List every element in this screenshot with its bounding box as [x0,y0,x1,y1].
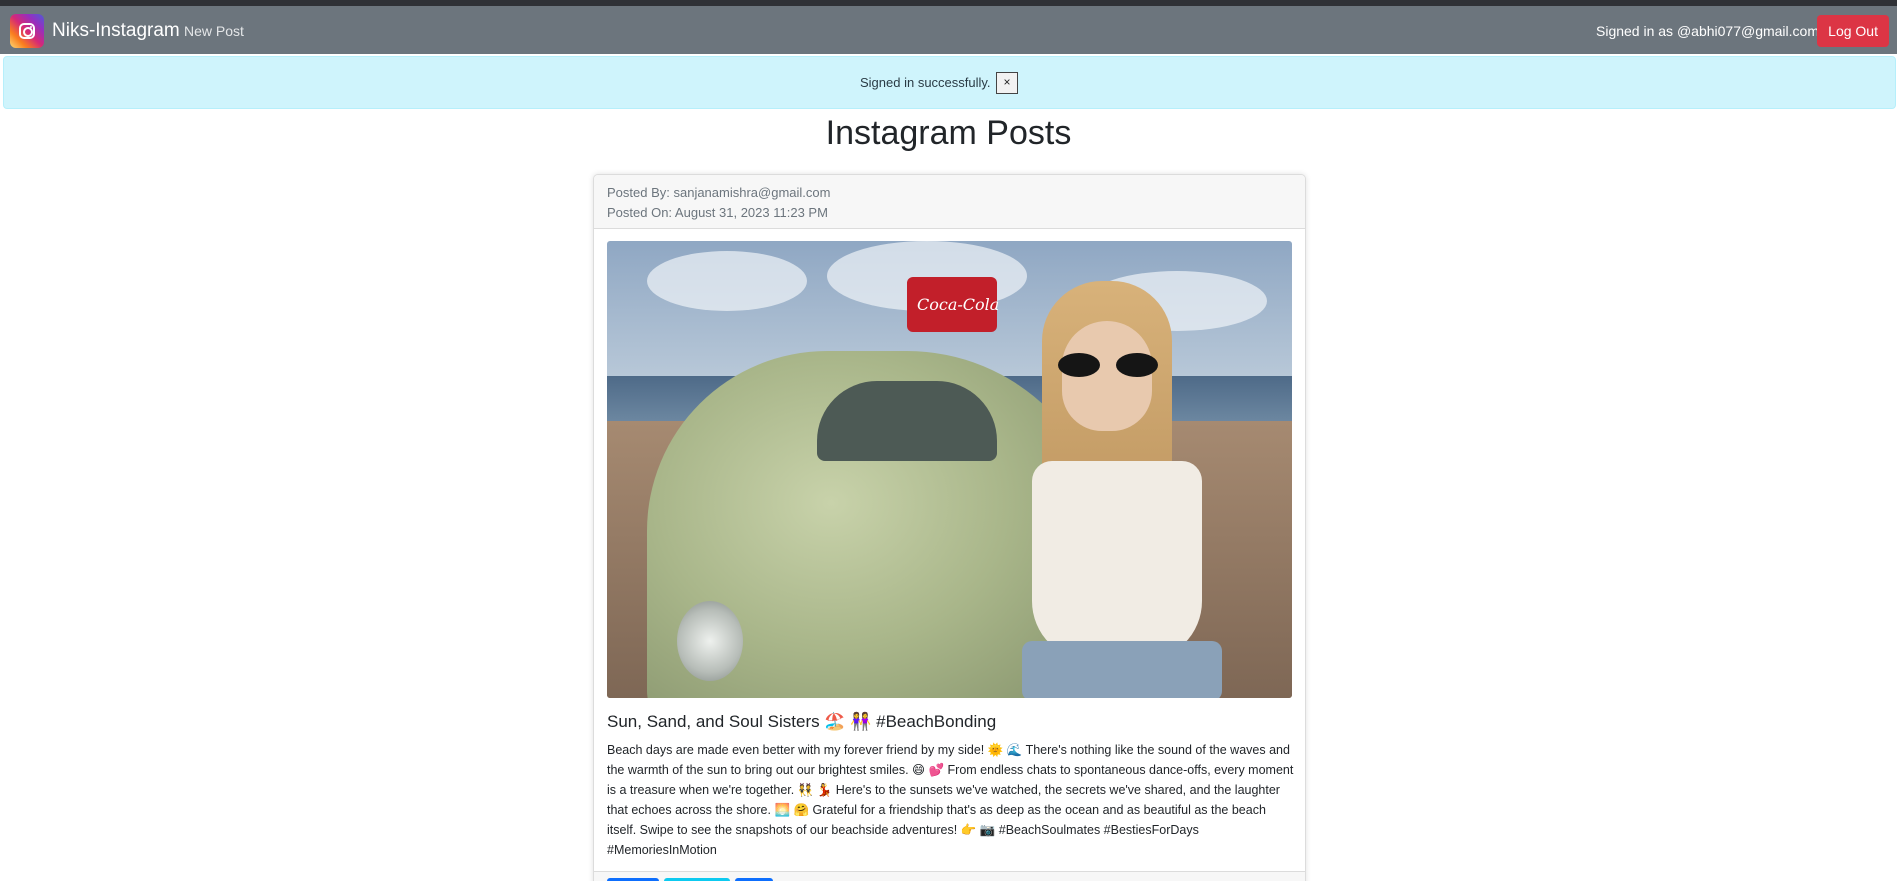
page-title: Instagram Posts [825,114,1072,152]
post-title: Sun, Sand, and Soul Sisters 🏖️ 👭 #BeachB… [607,712,997,731]
headlight-shape [677,601,743,681]
post-footer [594,871,1305,881]
post-header: Posted By: sanjanamishra@gmail.com Poste… [594,175,1305,229]
cooler-logo-text: Coca-Cola [917,295,1000,314]
posted-by: Posted By: sanjanamishra@gmail.com [607,185,831,200]
post-caption: Beach days are made even better with my … [607,743,1294,857]
alert-close-button[interactable]: × [996,72,1018,94]
post-card: Posted By: sanjanamishra@gmail.com Poste… [593,174,1306,881]
person-shape [1022,281,1262,698]
alert-banner: Signed in successfully. × [3,56,1896,109]
signed-in-status: Signed in as @abhi077@gmail.com [1596,23,1819,39]
posted-on: Posted On: August 31, 2023 11:23 PM [607,205,828,220]
alert-message: Signed in successfully. [860,75,991,90]
logout-button[interactable]: Log Out [1817,15,1889,47]
new-post-link[interactable]: New Post [184,23,244,39]
sunglasses-shape [1058,353,1158,377]
brand-name[interactable]: Niks-Instagram [52,20,180,42]
post-image: Coca-Cola [607,241,1292,698]
instagram-logo-icon[interactable] [10,14,44,48]
navbar: Niks-Instagram New Post Signed in as @ab… [0,6,1897,54]
